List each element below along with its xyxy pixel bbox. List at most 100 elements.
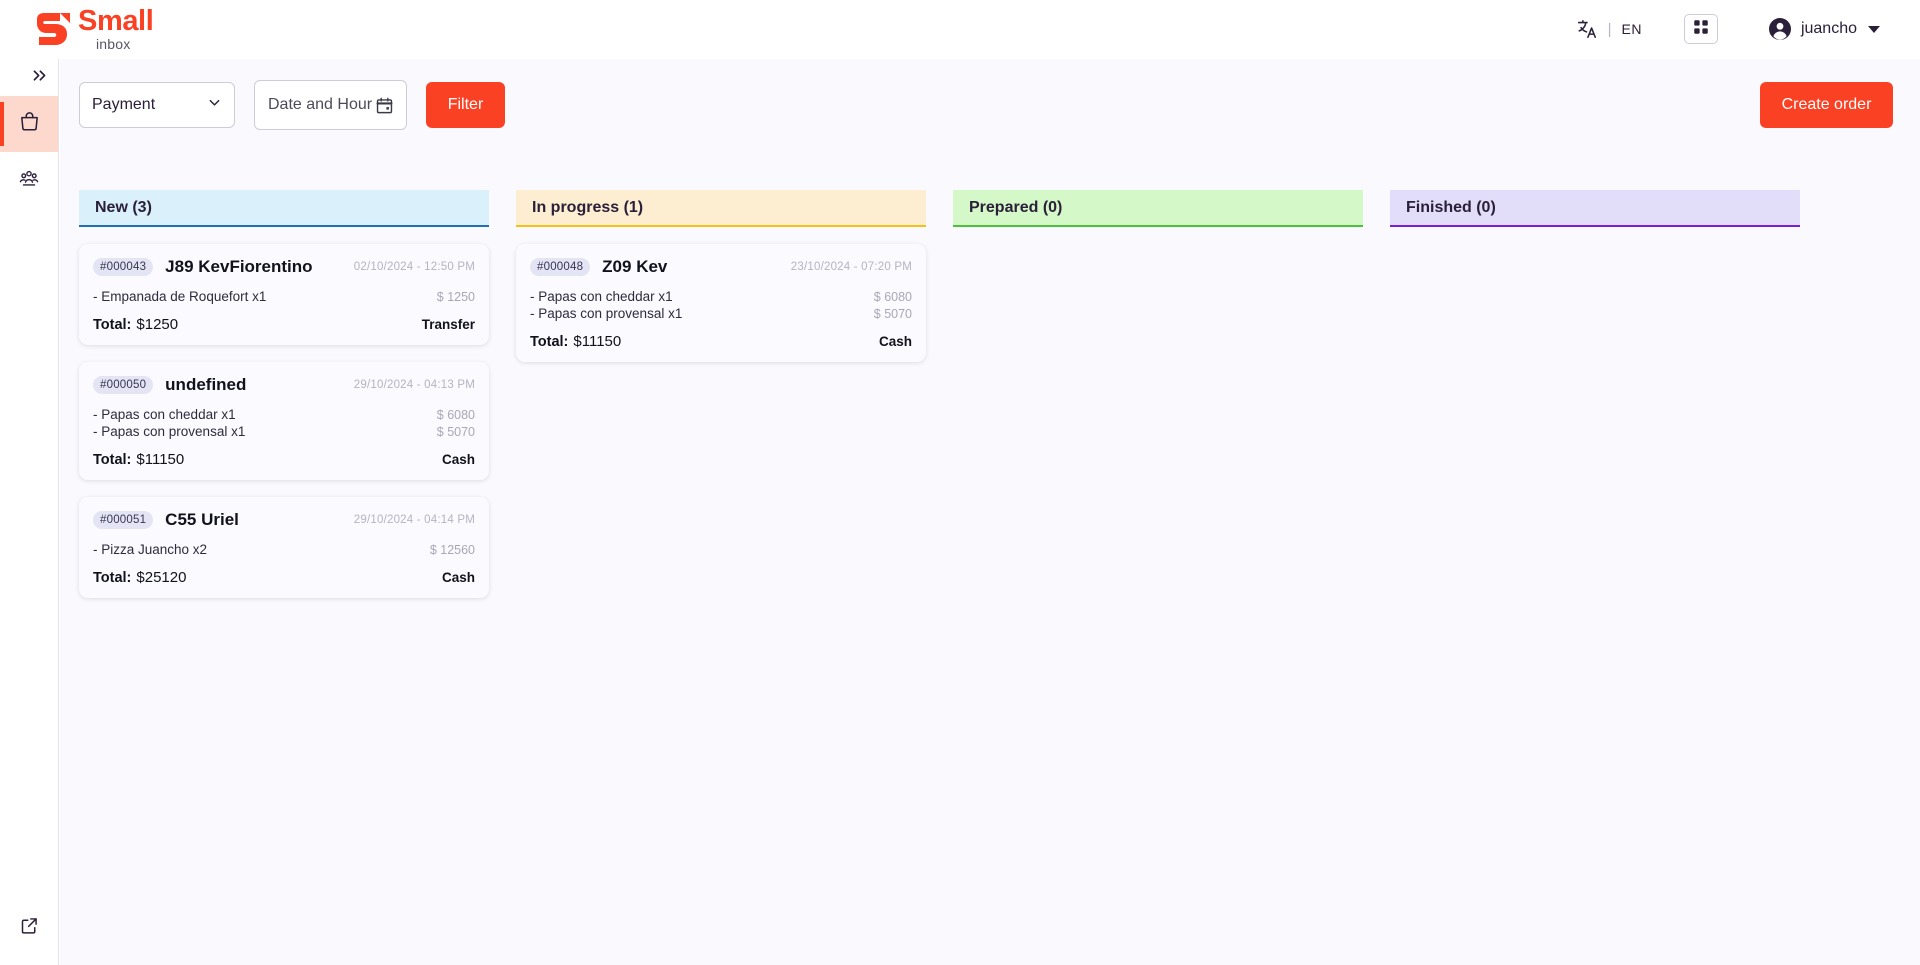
board-column: Prepared (0) <box>953 190 1363 965</box>
order-card[interactable]: #000043 J89 KevFiorentino 02/10/2024 - 12:… <box>79 244 489 345</box>
calendar-icon[interactable] <box>375 96 406 115</box>
column-header: New (3) <box>79 190 489 227</box>
order-item-name: - Papas con cheddar x1 <box>93 407 236 422</box>
payment-method: Cash <box>441 452 475 467</box>
sidebar-rail <box>0 59 59 965</box>
translate-icon <box>1576 18 1598 40</box>
board-column: Finished (0) <box>1390 190 1800 965</box>
order-total-label: Total: <box>530 334 569 350</box>
filter-button[interactable]: Filter <box>426 82 505 128</box>
order-total-label: Total: <box>93 452 132 468</box>
brand-subtitle: inbox <box>96 36 131 52</box>
sidebar-item-customers[interactable] <box>0 152 58 208</box>
order-card-footer: Total: $11150 Cash <box>93 451 475 468</box>
brand-name: Small <box>78 5 154 37</box>
order-item-price: $ 6080 <box>436 408 475 422</box>
language-switcher[interactable]: | EN <box>1576 18 1642 40</box>
payment-method: Transfer <box>421 317 475 332</box>
language-code: EN <box>1621 21 1642 37</box>
chevron-down-icon <box>1868 25 1880 33</box>
order-item-price: $ 6080 <box>873 290 912 304</box>
order-card-footer: Total: $25120 Cash <box>93 569 475 586</box>
sidebar-item-orders[interactable] <box>0 96 58 152</box>
order-card[interactable]: #000051 C55 Uriel 29/10/2024 - 04:14 PM - P… <box>79 497 489 598</box>
order-item-price: $ 5070 <box>873 307 912 321</box>
date-and-hour-placeholder: Date and Hour <box>268 96 373 113</box>
small-inbox-logo-icon <box>30 12 72 46</box>
order-item-row: - Papas con cheddar x1 $ 6080 <box>93 406 475 423</box>
column-card-list: #000048 Z09 Kev 23/10/2024 - 07:20 PM - Pap… <box>516 227 926 965</box>
order-id-badge: #000051 <box>93 511 154 529</box>
order-item-name: - Papas con cheddar x1 <box>530 289 673 304</box>
order-total-value: $25120 <box>136 569 187 586</box>
header-actions: | EN juancho <box>1576 14 1880 44</box>
order-card-footer: Total: $11150 Cash <box>530 333 912 350</box>
order-card-header: #000048 Z09 Kev 23/10/2024 - 07:20 PM <box>530 257 912 277</box>
board-column: In progress (1) #000048 Z09 Kev 23/10/2024 … <box>516 190 926 965</box>
payment-method: Cash <box>878 334 912 349</box>
column-card-list <box>1390 227 1800 965</box>
order-id-badge: #000050 <box>93 376 154 394</box>
sidebar-expand-toggle[interactable] <box>0 59 58 96</box>
order-item-price: $ 12560 <box>429 543 475 557</box>
order-item-row: - Papas con cheddar x1 $ 6080 <box>530 288 912 305</box>
order-item-name: - Papas con provensal x1 <box>530 306 683 321</box>
column-header: In progress (1) <box>516 190 926 227</box>
order-total-value: $11150 <box>573 333 622 350</box>
order-item-name: - Empanada de Roquefort x1 <box>93 289 267 304</box>
order-total-label: Total: <box>93 317 132 333</box>
brand-logo[interactable]: Small inbox <box>30 5 154 52</box>
payment-filter-select[interactable]: Payment <box>79 82 235 128</box>
board-column: New (3) #000043 J89 KevFiorentino 02/10/202… <box>79 190 489 965</box>
chevron-double-right-icon <box>31 67 48 89</box>
order-total-label: Total: <box>93 570 132 586</box>
sidebar-open-external[interactable] <box>0 915 59 941</box>
customer-name: J89 KevFiorentino <box>165 257 313 276</box>
order-total-value: $11150 <box>136 451 185 468</box>
payment-filter-value: Payment <box>92 96 156 113</box>
order-item-row: - Empanada de Roquefort x1 $ 1250 <box>93 288 475 305</box>
chevron-down-icon <box>207 95 222 115</box>
language-separator: | <box>1607 20 1612 38</box>
order-card-header: #000050 undefined 29/10/2024 - 04:13 PM <box>93 375 475 395</box>
order-item-row: - Papas con provensal x1 $ 5070 <box>93 423 475 440</box>
user-name: juancho <box>1800 20 1857 37</box>
main-content: Payment Date and Hour Filter Create orde… <box>60 59 1920 965</box>
customer-name: undefined <box>165 375 247 394</box>
order-id-badge: #000048 <box>530 258 591 276</box>
user-menu[interactable]: juancho <box>1768 17 1880 41</box>
column-header: Finished (0) <box>1390 190 1800 227</box>
order-card[interactable]: #000050 undefined 29/10/2024 - 04:13 PM - P… <box>79 362 489 480</box>
order-item-price: $ 5070 <box>436 425 475 439</box>
people-group-icon <box>18 167 40 194</box>
customer-name: Z09 Kev <box>602 257 668 276</box>
user-avatar-icon <box>1768 17 1792 41</box>
order-timestamp: 29/10/2024 - 04:13 PM <box>353 379 475 391</box>
column-card-list <box>953 227 1363 965</box>
grid-apps-button[interactable] <box>1683 14 1718 44</box>
order-timestamp: 29/10/2024 - 04:14 PM <box>353 514 475 526</box>
filter-toolbar: Payment Date and Hour Filter Create orde… <box>79 80 1893 142</box>
payment-method: Cash <box>441 570 475 585</box>
order-item-price: $ 1250 <box>436 290 475 304</box>
external-link-icon <box>19 915 40 941</box>
order-total-value: $1250 <box>136 316 179 333</box>
column-header: Prepared (0) <box>953 190 1363 227</box>
order-card-header: #000043 J89 KevFiorentino 02/10/2024 - 12:… <box>93 257 475 277</box>
order-item-name: - Pizza Juancho x2 <box>93 542 208 557</box>
create-order-button[interactable]: Create order <box>1760 82 1893 128</box>
order-card-header: #000051 C55 Uriel 29/10/2024 - 04:14 PM <box>93 510 475 530</box>
order-id-badge: #000043 <box>93 258 154 276</box>
order-item-row: - Papas con provensal x1 $ 5070 <box>530 305 912 322</box>
shopping-bag-icon <box>18 110 41 138</box>
customer-name: C55 Uriel <box>165 510 239 529</box>
column-card-list: #000043 J89 KevFiorentino 02/10/2024 - 12:… <box>79 227 489 965</box>
order-timestamp: 23/10/2024 - 07:20 PM <box>790 261 912 273</box>
order-item-row: - Pizza Juancho x2 $ 12560 <box>93 541 475 558</box>
date-and-hour-field[interactable]: Date and Hour <box>254 80 407 130</box>
order-timestamp: 02/10/2024 - 12:50 PM <box>353 261 475 273</box>
order-card[interactable]: #000048 Z09 Kev 23/10/2024 - 07:20 PM - Pap… <box>516 244 926 362</box>
grid-apps-icon <box>1692 18 1710 41</box>
order-card-footer: Total: $1250 Transfer <box>93 316 475 333</box>
top-header: Small inbox | EN juancho <box>0 0 1920 59</box>
